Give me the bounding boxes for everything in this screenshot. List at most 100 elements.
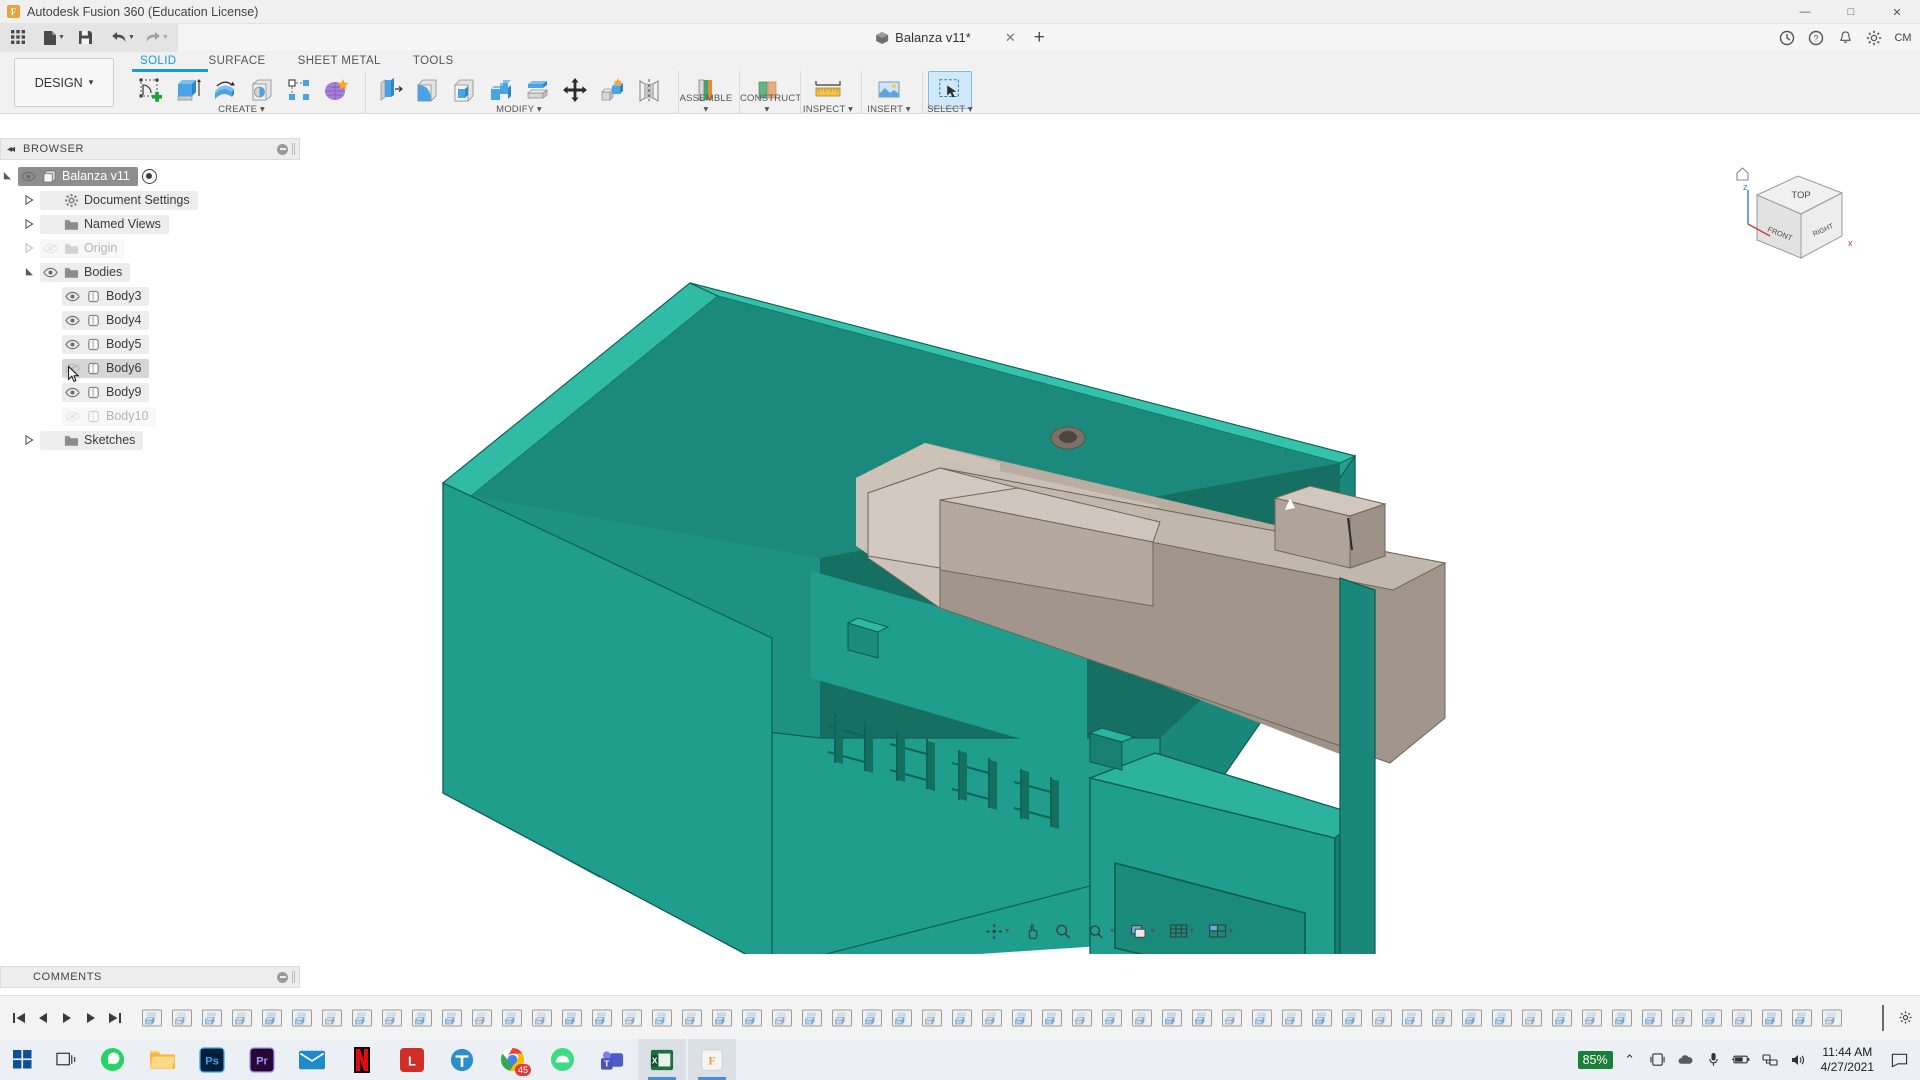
- zoom-window-icon[interactable]: ▼: [1085, 919, 1119, 943]
- redo-caret[interactable]: ▼: [162, 34, 169, 41]
- browser-node-body3[interactable]: Body3: [0, 284, 300, 308]
- browser-resize-grip[interactable]: [292, 143, 295, 155]
- app-grid-icon[interactable]: [6, 26, 30, 50]
- taskbar-clock[interactable]: 11:44 AM 4/27/2021: [1815, 1045, 1880, 1075]
- zoom-icon[interactable]: [1052, 919, 1076, 943]
- taskbar-app-android-studio[interactable]: [538, 1039, 586, 1080]
- tab-sheet-metal[interactable]: SHEET METAL: [282, 52, 397, 71]
- timeline-feature[interactable]: [168, 1005, 195, 1031]
- timeline-feature[interactable]: [558, 1005, 585, 1031]
- taskbar-app-netflix[interactable]: [338, 1039, 386, 1080]
- taskbar-app-lastpass[interactable]: L: [388, 1039, 436, 1080]
- timeline-feature[interactable]: [798, 1005, 825, 1031]
- timeline-feature[interactable]: [1818, 1005, 1845, 1031]
- timeline-feature[interactable]: [1518, 1005, 1545, 1031]
- gear-icon[interactable]: [1861, 27, 1887, 49]
- timeline-feature[interactable]: [1098, 1005, 1125, 1031]
- timeline-feature[interactable]: [858, 1005, 885, 1031]
- screen-cast-icon[interactable]: [1647, 1049, 1669, 1071]
- undo-icon[interactable]: ▼: [108, 26, 138, 50]
- timeline-feature[interactable]: [378, 1005, 405, 1031]
- panel-assemble-label[interactable]: ASSEMBLE ▾: [679, 93, 733, 115]
- twisty-collapsed-icon[interactable]: [22, 242, 37, 254]
- battery-icon[interactable]: [1731, 1049, 1753, 1071]
- timeline-feature[interactable]: [468, 1005, 495, 1031]
- browser-node-bodies[interactable]: Bodies: [0, 260, 300, 284]
- network-icon[interactable]: [1759, 1049, 1781, 1071]
- timeline-feature[interactable]: [1428, 1005, 1455, 1031]
- twisty-collapsed-icon[interactable]: [22, 434, 37, 446]
- close-button[interactable]: ✕: [1874, 0, 1920, 24]
- view-cube[interactable]: TOP FRONT RIGHT z x: [1732, 160, 1862, 280]
- timeline-feature[interactable]: [648, 1005, 675, 1031]
- taskbar-app-thingiverse[interactable]: [438, 1039, 486, 1080]
- taskbar-app-file-explorer[interactable]: [138, 1039, 186, 1080]
- viewports-icon[interactable]: ▼: [1205, 919, 1237, 943]
- timeline-feature[interactable]: [1578, 1005, 1605, 1031]
- taskbar-app-chrome[interactable]: 45: [488, 1039, 536, 1080]
- visibility-on-icon[interactable]: [62, 336, 82, 353]
- new-document-icon[interactable]: ▼: [40, 26, 68, 50]
- timeline-feature[interactable]: [828, 1005, 855, 1031]
- taskbar-app-excel[interactable]: X: [638, 1039, 686, 1080]
- timeline-feature[interactable]: [258, 1005, 285, 1031]
- browser-node-body6[interactable]: Body6: [0, 356, 300, 383]
- tab-tools[interactable]: TOOLS: [397, 52, 470, 71]
- timeline-feature[interactable]: [438, 1005, 465, 1031]
- timeline-feature[interactable]: [1758, 1005, 1785, 1031]
- timeline-feature[interactable]: [528, 1005, 555, 1031]
- browser-node-named-views[interactable]: Named Views: [0, 212, 300, 236]
- comments-resize-grip[interactable]: [292, 971, 295, 983]
- display-settings-caret-icon[interactable]: ▼: [1150, 928, 1157, 935]
- timeline-track[interactable]: [134, 996, 1874, 1040]
- new-document-caret[interactable]: ▼: [58, 34, 65, 41]
- visibility-off-icon[interactable]: [62, 360, 82, 377]
- chevron-up-icon[interactable]: ⌃: [1619, 1049, 1641, 1071]
- timeline-feature[interactable]: [1158, 1005, 1185, 1031]
- maximize-button[interactable]: □: [1828, 0, 1874, 24]
- panel-modify-label[interactable]: MODIFY ▾: [366, 104, 672, 115]
- panel-create-label[interactable]: CREATE ▾: [124, 104, 359, 115]
- taskbar-app-premiere-pro[interactable]: Pr: [238, 1039, 286, 1080]
- timeline-feature[interactable]: [1668, 1005, 1695, 1031]
- minimize-button[interactable]: —: [1782, 0, 1828, 24]
- visibility-on-icon[interactable]: [18, 168, 38, 185]
- timeline-feature[interactable]: [768, 1005, 795, 1031]
- step-forward-icon[interactable]: [80, 1006, 102, 1030]
- visibility-off-icon[interactable]: [40, 240, 60, 257]
- visibility-on-icon[interactable]: [40, 264, 60, 281]
- job-status-icon[interactable]: [1774, 27, 1800, 49]
- taskbar-app-mail[interactable]: [288, 1039, 336, 1080]
- visibility-on-icon[interactable]: [62, 288, 82, 305]
- timeline-feature[interactable]: [138, 1005, 165, 1031]
- timeline-feature[interactable]: [1008, 1005, 1035, 1031]
- display-settings-icon[interactable]: ▼: [1128, 919, 1160, 943]
- orbit-caret-icon[interactable]: ▼: [1004, 928, 1011, 935]
- help-icon[interactable]: ?: [1803, 27, 1829, 49]
- browser-node-body5[interactable]: Body5: [0, 332, 300, 356]
- timeline-feature[interactable]: [318, 1005, 345, 1031]
- timeline-feature[interactable]: [408, 1005, 435, 1031]
- timeline-feature[interactable]: [618, 1005, 645, 1031]
- timeline-feature[interactable]: [1788, 1005, 1815, 1031]
- visibility-on-icon[interactable]: [62, 312, 82, 329]
- timeline-feature[interactable]: [1548, 1005, 1575, 1031]
- timeline-feature[interactable]: [1698, 1005, 1725, 1031]
- panel-construct-label[interactable]: CONSTRUCT ▾: [740, 93, 801, 115]
- timeline-feature[interactable]: [228, 1005, 255, 1031]
- timeline-feature[interactable]: [1278, 1005, 1305, 1031]
- orbit-icon[interactable]: ▼: [983, 919, 1014, 943]
- zoom-window-caret-icon[interactable]: ▼: [1109, 928, 1116, 935]
- twisty-expanded-icon[interactable]: [22, 267, 37, 277]
- volume-icon[interactable]: [1787, 1049, 1809, 1071]
- timeline-feature[interactable]: [1338, 1005, 1365, 1031]
- browser-node-balanza-v11[interactable]: Balanza v11: [0, 164, 300, 188]
- document-tab[interactable]: Balanza v11*: [875, 30, 971, 45]
- twisty-expanded-icon[interactable]: [0, 171, 15, 181]
- timeline-feature[interactable]: [1638, 1005, 1665, 1031]
- bell-icon[interactable]: [1832, 27, 1858, 49]
- timeline-feature[interactable]: [1458, 1005, 1485, 1031]
- browser-minimize-icon[interactable]: [277, 143, 288, 155]
- browser-node-document-settings[interactable]: Document Settings: [0, 188, 300, 212]
- onedrive-icon[interactable]: [1675, 1049, 1697, 1071]
